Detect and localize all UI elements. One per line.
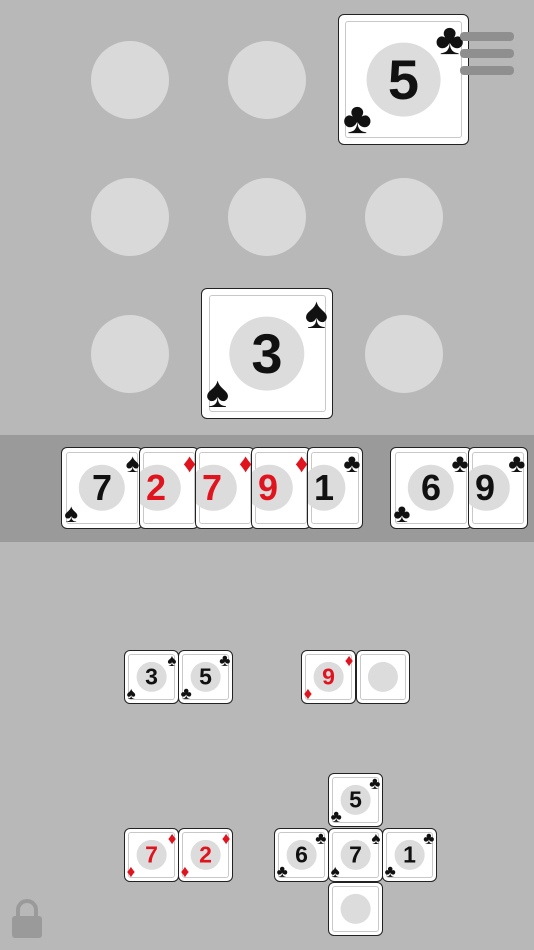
club-icon: ♣ — [276, 861, 288, 881]
board-slot[interactable] — [91, 178, 169, 256]
club-icon: ♣ — [451, 447, 469, 478]
hand-card[interactable]: 7 ♠ ♠ — [61, 447, 143, 529]
spade-icon: ♠ — [167, 651, 177, 671]
board-slot[interactable] — [228, 41, 306, 119]
hand-card[interactable]: 6 ♣ ♣ — [390, 447, 472, 529]
board-slot[interactable] — [91, 41, 169, 119]
spade-icon: ♠ — [126, 683, 136, 703]
cross-empty-slot[interactable] — [328, 882, 383, 936]
spade-icon: ♠ — [330, 861, 340, 881]
diamond-icon: ♦ — [126, 861, 136, 881]
board-card-top[interactable]: 5 ♣ ♣ — [338, 14, 469, 145]
club-icon: ♣ — [384, 861, 396, 881]
club-icon: ♣ — [180, 683, 192, 703]
club-icon: ♣ — [508, 447, 526, 478]
spade-icon: ♠ — [371, 829, 381, 849]
cross-card-right[interactable]: 1 ♣ ♣ — [382, 828, 437, 882]
group-card[interactable]: 5 ♣ ♣ — [178, 650, 233, 704]
diamond-icon: ♦ — [344, 651, 354, 671]
diamond-icon: ♦ — [221, 829, 231, 849]
board-slot[interactable] — [91, 315, 169, 393]
spade-icon: ♠ — [304, 288, 329, 338]
club-icon: ♣ — [423, 829, 435, 849]
hand-card[interactable]: 7 ♦ — [195, 447, 255, 529]
diamond-icon: ♦ — [303, 683, 313, 703]
group-card[interactable]: 2 ♦ ♦ — [178, 828, 233, 882]
spade-icon: ♠ — [64, 498, 79, 529]
hand-card[interactable]: 2 ♦ — [139, 447, 199, 529]
diamond-icon: ♦ — [180, 861, 190, 881]
club-icon: ♣ — [219, 651, 231, 671]
cross-card-left[interactable]: 6 ♣ ♣ — [274, 828, 329, 882]
board-slot[interactable] — [228, 178, 306, 256]
group-card[interactable]: 3 ♠ ♠ — [124, 650, 179, 704]
club-icon: ♣ — [342, 94, 372, 144]
spade-icon: ♠ — [205, 368, 230, 418]
club-icon: ♣ — [330, 806, 342, 826]
hand-card[interactable]: 9 ♣ — [468, 447, 528, 529]
group-card[interactable]: 9 ♦ ♦ — [301, 650, 356, 704]
board-card-center[interactable]: 3 ♠ ♠ — [201, 288, 333, 419]
club-icon: ♣ — [369, 774, 381, 794]
spade-icon: ♠ — [125, 447, 140, 478]
cross-card-center[interactable]: 7 ♠ ♠ — [328, 828, 383, 882]
group-card[interactable]: 7 ♦ ♦ — [124, 828, 179, 882]
hamburger-menu-icon[interactable] — [460, 32, 514, 76]
hand-card[interactable]: 9 ♦ — [251, 447, 311, 529]
board-slot[interactable] — [365, 178, 443, 256]
cross-card-top[interactable]: 5 ♣ ♣ — [328, 773, 383, 827]
club-icon: ♣ — [393, 498, 411, 529]
diamond-icon: ♦ — [167, 829, 177, 849]
hand-card[interactable]: 1 ♣ — [307, 447, 363, 529]
club-icon: ♣ — [315, 829, 327, 849]
lock-icon[interactable] — [10, 898, 44, 940]
board-slot[interactable] — [365, 315, 443, 393]
empty-card-slot[interactable] — [356, 650, 410, 704]
club-icon: ♣ — [343, 447, 361, 478]
